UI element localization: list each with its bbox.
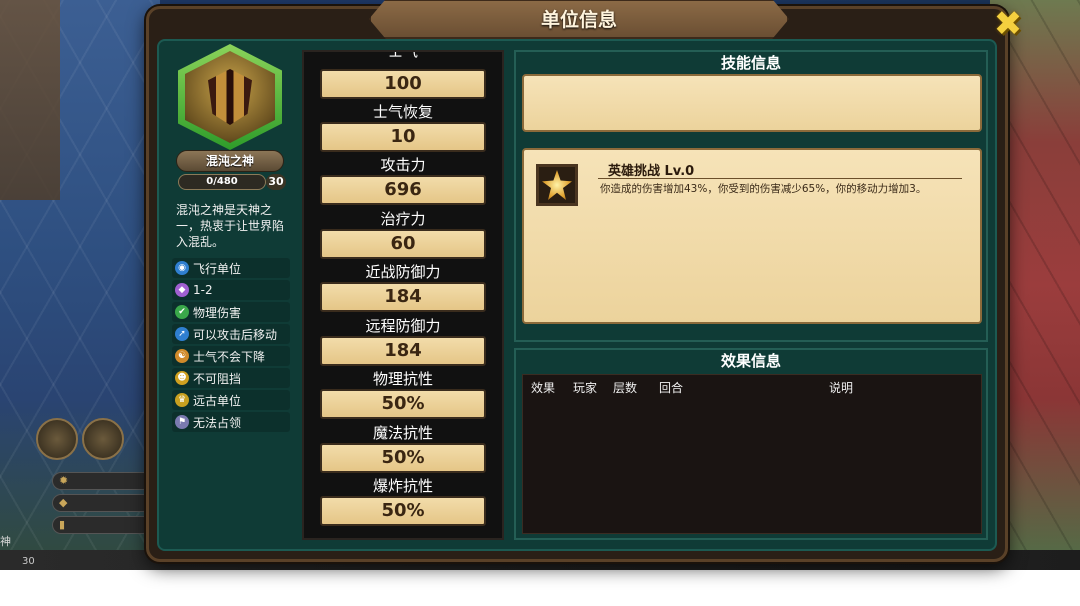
trait-label: 1-2 <box>193 283 213 297</box>
unit-card: 混沌之神 0/480 30 混沌之神是天神之一，热衷于让世界陷入混乱。 ◉ 飞行单… <box>168 44 292 524</box>
trait-list: ◉ 飞行单位 ◆ 1-2 ✔ 物理伤害 ➚ 可以攻击后移动 ☯ 士气不会下降 ☻ 不可阻挡 … <box>172 258 290 434</box>
physical-damage-icon: ✔ <box>175 305 189 319</box>
stat-value: 100 <box>320 69 486 99</box>
trait-item: ◉ 飞行单位 <box>172 258 290 278</box>
trait-label: 远古单位 <box>193 393 242 408</box>
hud-bar-1: ✹ <box>52 472 152 490</box>
trait-label: 不可阻挡 <box>193 371 242 386</box>
stat-label: 士气 <box>387 50 418 60</box>
xp-text: 0/480 <box>206 176 238 187</box>
boot-icon: ▮ <box>59 518 66 531</box>
stat-magic-resist: 魔法抗性 50% <box>304 423 502 476</box>
morale-icon: ☯ <box>175 349 189 363</box>
trait-label: 物理伤害 <box>193 305 242 320</box>
stat-label: 近战防御力 <box>365 263 441 281</box>
trait-item: ☻ 不可阻挡 <box>172 368 290 388</box>
stat-label: 治疗力 <box>380 210 426 228</box>
stats-list[interactable]: 士气 100 士气恢复 10 攻击力 696 治疗力 60 近战防御力 184 … <box>302 50 504 540</box>
skill-name: 英雄挑战 Lv.0 <box>608 164 695 179</box>
star-icon: ✹ <box>59 474 69 487</box>
effect-info-panel[interactable]: 效果信息 效果 玩家 层数 回合 说明 <box>514 348 988 540</box>
hud-book-button[interactable] <box>36 418 78 460</box>
stat-label: 爆炸抗性 <box>372 477 433 495</box>
hud-bar-2: ◆ <box>52 494 152 512</box>
unit-name: 混沌之神 <box>176 150 284 172</box>
stat-value: 50% <box>320 389 486 419</box>
trait-item: ⚑ 无法占领 <box>172 412 290 432</box>
stat-melee-defense: 近战防御力 184 <box>304 262 502 315</box>
stat-label: 士气恢复 <box>372 103 433 121</box>
trait-item: ♛ 远古单位 <box>172 390 290 410</box>
stat-morale-recovery: 士气恢复 10 <box>304 102 502 155</box>
effect-table: 效果 玩家 层数 回合 说明 <box>522 374 982 534</box>
bottom-left-level: 30 <box>22 556 35 567</box>
stat-label: 物理抗性 <box>372 370 433 388</box>
col-description: 说明 <box>829 381 854 395</box>
xp-bar: 0/480 <box>178 174 266 190</box>
stat-value: 50% <box>320 443 486 473</box>
trait-label: 士气不会下降 <box>193 349 266 364</box>
move-after-attack-icon: ➚ <box>175 327 189 341</box>
close-icon[interactable]: ✖ <box>986 2 1030 46</box>
stat-value: 50% <box>320 496 486 526</box>
stat-physical-resist: 物理抗性 50% <box>304 369 502 422</box>
skill-description: 你造成的伤害增加43%，你受到的伤害减少65%，你的移动力增加3。 <box>600 183 927 195</box>
trait-item: ☯ 士气不会下降 <box>172 346 290 366</box>
trait-item: ➚ 可以攻击后移动 <box>172 324 290 344</box>
trait-label: 可以攻击后移动 <box>193 327 278 342</box>
stat-ranged-defense: 远程防御力 184 <box>304 316 502 369</box>
skill-panel-header: 技能信息 <box>720 54 781 72</box>
no-occupy-icon: ⚑ <box>175 415 189 429</box>
hero-challenge-icon <box>536 164 578 206</box>
col-stacks: 层数 <box>613 381 638 395</box>
stat-value: 10 <box>320 122 486 152</box>
skill-card: 英雄挑战 Lv.0 你造成的伤害增加43%，你受到的伤害减少65%，你的移动力增… <box>522 148 982 324</box>
stat-explosion-resist: 爆炸抗性 50% <box>304 476 502 529</box>
unstoppable-icon: ☻ <box>175 371 189 385</box>
trait-item: ✔ 物理伤害 <box>172 302 290 322</box>
stat-value: 696 <box>320 175 486 205</box>
col-turns: 回合 <box>659 381 684 395</box>
effect-panel-header: 效果信息 <box>720 352 781 370</box>
skill-info-panel[interactable]: 技能信息 英雄挑战 Lv.0 你造成的伤害增加43%，你受到的伤害减少65%，你… <box>514 50 988 342</box>
title-banner: 单位信息 <box>369 0 789 39</box>
stat-value: 60 <box>320 229 486 259</box>
gem-icon: ◆ <box>59 496 68 509</box>
ancient-icon: ♛ <box>175 393 189 407</box>
stat-label: 攻击力 <box>380 156 426 174</box>
skill-divider <box>598 178 962 179</box>
flying-icon: ◉ <box>175 261 189 275</box>
unit-description: 混沌之神是天神之一，热衷于让世界陷入混乱。 <box>176 203 285 249</box>
trait-label: 无法占领 <box>193 415 242 430</box>
hud-emblem-button[interactable] <box>82 418 124 460</box>
col-effect: 效果 <box>531 381 556 395</box>
stat-label: 远程防御力 <box>365 317 441 335</box>
chaos-god-mask-icon <box>208 69 252 125</box>
level-badge: 30 <box>266 174 286 190</box>
stat-label: 魔法抗性 <box>372 424 433 442</box>
stat-heal: 治疗力 60 <box>304 209 502 262</box>
dialog-title: 单位信息 <box>540 9 617 31</box>
hud-bar-3: ▮ <box>52 516 152 534</box>
bottom-left-unit-name: 神 <box>0 535 11 548</box>
stat-morale: 士气 100 <box>304 50 502 102</box>
bottom-left-hud: ✹ ◆ ▮ <box>0 418 152 550</box>
trait-item: ◆ 1-2 <box>172 280 290 300</box>
stat-value: 184 <box>320 282 486 312</box>
unit-portrait <box>178 44 282 150</box>
range-icon: ◆ <box>175 283 189 297</box>
trait-label: 飞行单位 <box>193 261 242 276</box>
col-player: 玩家 <box>573 381 598 395</box>
stat-attack: 攻击力 696 <box>304 155 502 208</box>
skill-slot-empty <box>522 74 982 132</box>
stat-value: 184 <box>320 336 486 366</box>
